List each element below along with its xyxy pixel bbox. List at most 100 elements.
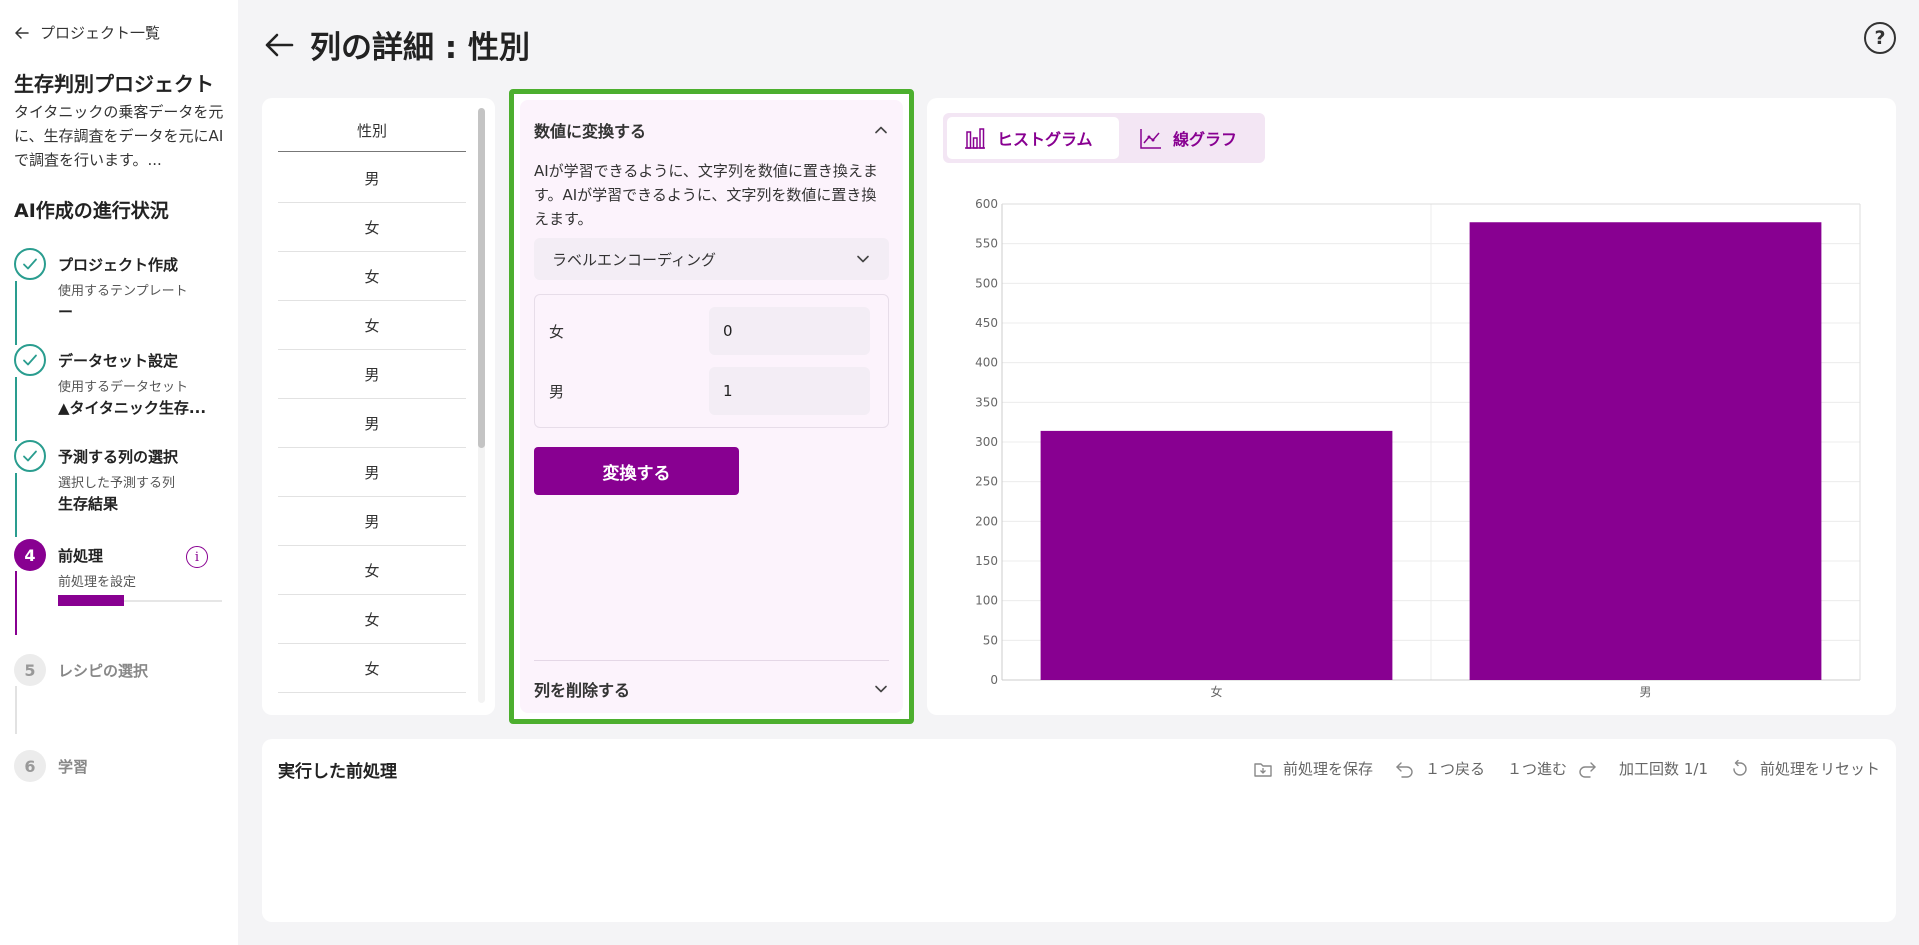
line-chart-icon <box>1140 129 1161 149</box>
encoding-method-select[interactable]: ラベルエンコーディング <box>534 238 889 280</box>
folder-save-icon <box>1254 762 1272 777</box>
tab-line-label: 線グラフ <box>1173 130 1238 149</box>
transform-panel: 数値に変換する AIが学習できるように、文字列を数値に置き換えます。AIが学習で… <box>509 89 914 724</box>
table-row: 男 <box>278 154 466 203</box>
table-row: 女 <box>278 595 466 644</box>
arrow-left-icon <box>15 26 29 39</box>
y-tick-label: 50 <box>983 633 998 647</box>
save-preprocess-button[interactable]: 前処理を保存 <box>1253 758 1373 779</box>
back-to-projects-link[interactable]: プロジェクト一覧 <box>14 22 160 43</box>
reset-icon <box>1733 759 1747 776</box>
table-row: 女 <box>278 546 466 595</box>
undo-icon <box>1396 761 1413 778</box>
page-header: 列の詳細 : 性別 <box>262 22 530 67</box>
project-title: 生存判別プロジェクト <box>14 72 214 96</box>
y-tick-label: 300 <box>975 435 998 449</box>
history-title: 実行した前処理 <box>278 762 397 782</box>
step-done-circle <box>14 248 46 280</box>
step-connector <box>15 473 17 537</box>
edit-count: 加工回数 1/1 <box>1619 758 1708 779</box>
y-tick-label: 450 <box>975 316 998 330</box>
column-values-card: 性別 男女女女男男男男女女女 <box>262 98 495 715</box>
step-label: データセット設定 <box>58 352 179 370</box>
section-divider <box>534 660 889 661</box>
table-row: 女 <box>278 252 466 301</box>
y-tick-label: 150 <box>975 554 998 568</box>
table-row: 女 <box>278 203 466 252</box>
progress-title: AI作成の進行状況 <box>14 200 169 222</box>
step-label: プロジェクト作成 <box>58 256 179 274</box>
mapping-row: 男 <box>535 367 890 415</box>
check-icon <box>23 258 37 270</box>
edit-count-label: 加工回数 <box>1619 760 1680 778</box>
bar-男 <box>1469 222 1822 680</box>
convert-section-title: 数値に変換する <box>534 122 647 141</box>
step-label: 予測する列の選択 <box>58 448 179 466</box>
encoding-method-value: ラベルエンコーディング <box>552 250 716 269</box>
convert-button[interactable]: 変換する <box>534 447 739 495</box>
step-number-circle: 4 <box>14 539 46 571</box>
step-label: 前処理 <box>58 547 104 565</box>
step-value: ー <box>58 303 74 321</box>
mapping-label: 女 <box>549 323 565 341</box>
history-card: 実行した前処理 前処理を保存 １つ戻る １つ進む 加工回数 1/1 前処理をリセ… <box>262 739 1896 922</box>
step-value: 生存結果 <box>58 495 119 513</box>
y-tick-label: 500 <box>975 276 998 290</box>
redo-label: １つ進む <box>1507 760 1568 778</box>
y-tick-label: 600 <box>975 197 998 211</box>
scrollbar-thumb[interactable] <box>478 108 485 448</box>
y-tick-label: 250 <box>975 475 998 489</box>
preprocess-progress-bar <box>58 595 222 606</box>
mapping-value-input[interactable] <box>709 307 870 355</box>
table-row: 男 <box>278 350 466 399</box>
step-sub: 選択した予測する列 <box>58 476 176 491</box>
reset-preprocess-button[interactable]: 前処理をリセット <box>1730 758 1880 779</box>
step-number-circle: 5 <box>14 654 46 686</box>
chart-type-tabs: ヒストグラム 線グラフ <box>943 113 1265 163</box>
arrow-left-icon[interactable] <box>262 28 296 62</box>
tab-histogram-label: ヒストグラム <box>997 130 1093 149</box>
step-connector <box>15 377 17 441</box>
step-done-circle <box>14 440 46 472</box>
delete-section-title: 列を削除する <box>534 681 631 700</box>
scrollbar[interactable] <box>478 108 485 703</box>
step-connector <box>15 571 17 635</box>
step-sub: 使用するテンプレート <box>58 284 188 299</box>
check-icon <box>23 354 37 366</box>
transform-panel-inner: 数値に変換する AIが学習できるように、文字列を数値に置き換えます。AIが学習で… <box>520 100 903 713</box>
info-icon[interactable]: i <box>186 546 208 568</box>
history-actions: 前処理を保存 １つ戻る １つ進む 加工回数 1/1 前処理をリセット <box>1253 758 1880 779</box>
delete-section-header[interactable]: 列を削除する <box>534 677 889 701</box>
step-label: レシピの選択 <box>58 662 149 680</box>
step-sub: 使用するデータセット <box>58 380 189 395</box>
sidebar: プロジェクト一覧 生存判別プロジェクト タイタニックの乗客データを元に、生存調査… <box>0 0 238 945</box>
chevron-down-icon <box>875 685 887 693</box>
redo-icon <box>1579 761 1596 778</box>
bar-chart-icon <box>965 128 985 149</box>
mapping-value-input[interactable] <box>709 367 870 415</box>
check-icon <box>23 450 37 462</box>
redo-button[interactable]: １つ進む <box>1507 758 1597 779</box>
y-tick-label: 400 <box>975 356 998 370</box>
chart-card: 0 50 100 150 200 250 300 350 400 450 500 550 600 女 男 ヒ… <box>927 98 1896 715</box>
mapping-box: 女 男 <box>534 294 889 428</box>
y-tick-label: 350 <box>975 395 998 409</box>
convert-section-header[interactable]: 数値に変換する <box>534 118 889 142</box>
y-tick-label: 0 <box>990 673 998 687</box>
chevron-up-icon <box>875 126 887 134</box>
back-link-label: プロジェクト一覧 <box>40 24 161 42</box>
table-row: 女 <box>278 301 466 350</box>
help-icon[interactable]: ? <box>1864 22 1896 54</box>
step-connector <box>15 281 17 345</box>
y-tick-label: 550 <box>975 237 998 251</box>
step-done-circle <box>14 344 46 376</box>
table-row: 男 <box>278 497 466 546</box>
step-label: 学習 <box>58 758 89 776</box>
tab-line-graph[interactable]: 線グラフ <box>1123 117 1253 159</box>
step-value: ▲タイタニック生存... <box>58 399 207 417</box>
undo-button[interactable]: １つ戻る <box>1395 758 1485 779</box>
save-preprocess-label: 前処理を保存 <box>1283 760 1374 778</box>
tab-histogram[interactable]: ヒストグラム <box>947 117 1119 159</box>
reset-preprocess-label: 前処理をリセット <box>1759 760 1880 778</box>
edit-count-value: 1/1 <box>1683 760 1708 778</box>
